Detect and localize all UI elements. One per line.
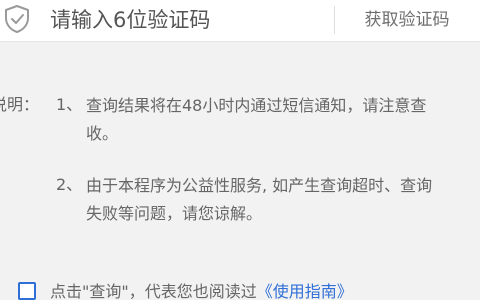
get-code-button[interactable]: 获取验证码 [342, 4, 472, 36]
agreement-row: 点击"查询"，代表您也阅读过《使用指南》 [0, 272, 480, 300]
agreement-checkbox[interactable] [18, 282, 36, 300]
agreement-label: 点击"查询"，代表您也阅读过 [50, 282, 257, 300]
notes-label: 说明： [0, 95, 40, 114]
divider [334, 6, 335, 34]
agreement-text: 点击"查询"，代表您也阅读过《使用指南》 [50, 278, 353, 300]
shield-icon [5, 5, 29, 33]
note-text: 查询结果将在48小时内通过短信通知，请注意查收。 [86, 96, 427, 143]
user-guide-link[interactable]: 《使用指南》 [257, 282, 353, 300]
note-number: 2、 [56, 175, 83, 194]
verification-code-row: 获取验证码 [0, 0, 480, 42]
note-text: 由于本程序为公益性服务, 如产生查询超时、查询失败等问题，请您谅解。 [86, 176, 433, 223]
verification-code-input[interactable] [50, 2, 320, 38]
note-number: 1、 [56, 95, 83, 114]
verification-page: 获取验证码 说明： 1、 查询结果将在48小时内通过短信通知，请注意查收。 2、… [0, 0, 480, 300]
